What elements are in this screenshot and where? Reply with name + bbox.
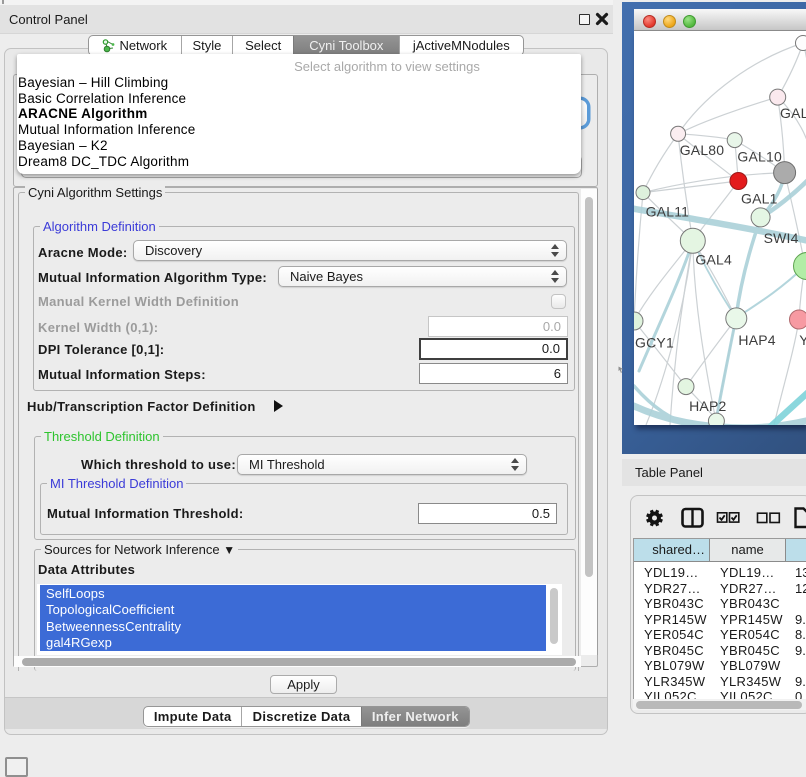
svg-text:GCY1: GCY1 xyxy=(635,335,674,351)
svg-text:HAP2: HAP2 xyxy=(689,398,726,414)
svg-text:GAL11: GAL11 xyxy=(646,204,690,220)
svg-text:SWI4: SWI4 xyxy=(764,230,799,246)
svg-text:Y: Y xyxy=(799,332,806,348)
svg-text:GAL1: GAL1 xyxy=(741,191,778,207)
svg-text:GAL: GAL xyxy=(780,105,806,121)
svg-text:HAP4: HAP4 xyxy=(738,332,775,348)
svg-text:GAL4: GAL4 xyxy=(695,252,732,268)
svg-text:GAL80: GAL80 xyxy=(680,142,725,158)
svg-text:GAL10: GAL10 xyxy=(737,149,782,165)
